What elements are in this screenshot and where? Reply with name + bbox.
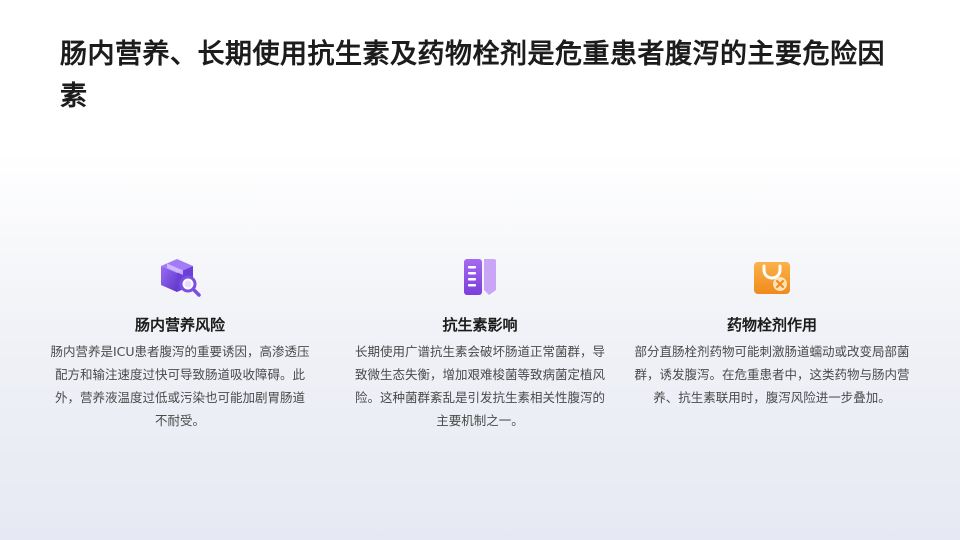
card-text: 部分直肠栓剂药物可能刺激肠道蠕动或改变局部菌群，诱发腹泻。在危重患者中，这类药物… (634, 344, 910, 405)
card-suppositories: 药物栓剂作用 部分直肠栓剂药物可能刺激肠道蠕动或改变局部菌群，诱发腹泻。在危重患… (634, 254, 910, 409)
slide: 肠内营养、长期使用抗生素及药物栓剂是危重患者腹泻的主要危险因素 肠内营养风险 肠… (0, 0, 960, 540)
card-title: 抗生素影响 (442, 316, 518, 334)
shopping-bag-icon (754, 262, 790, 294)
card-enteral-nutrition: 肠内营养风险 肠内营养是ICU患者腹泻的重要诱因，高渗透压配方和输注速度过快可导… (50, 254, 310, 432)
card-text: 肠内营养是ICU患者腹泻的重要诱因，高渗透压配方和输注速度过快可导致肠道吸收障碍… (50, 344, 310, 428)
book-bookmark-icon (464, 259, 496, 295)
slide-title: 肠内营养、长期使用抗生素及药物栓剂是危重患者腹泻的主要危险因素 (60, 39, 885, 112)
risk-cards: 肠内营养风险 肠内营养是ICU患者腹泻的重要诱因，高渗透压配方和输注速度过快可导… (50, 254, 910, 454)
card-title: 药物栓剂作用 (726, 316, 817, 334)
card-title: 肠内营养风险 (134, 316, 225, 334)
card-antibiotics: 抗生素影响 长期使用广谱抗生素会破坏肠道正常菌群，导致微生态失衡，增加艰难梭菌等… (350, 254, 610, 432)
box-search-icon (161, 259, 201, 297)
card-text: 长期使用广谱抗生素会破坏肠道正常菌群，导致微生态失衡，增加艰难梭菌等致病菌定植风… (354, 344, 605, 428)
